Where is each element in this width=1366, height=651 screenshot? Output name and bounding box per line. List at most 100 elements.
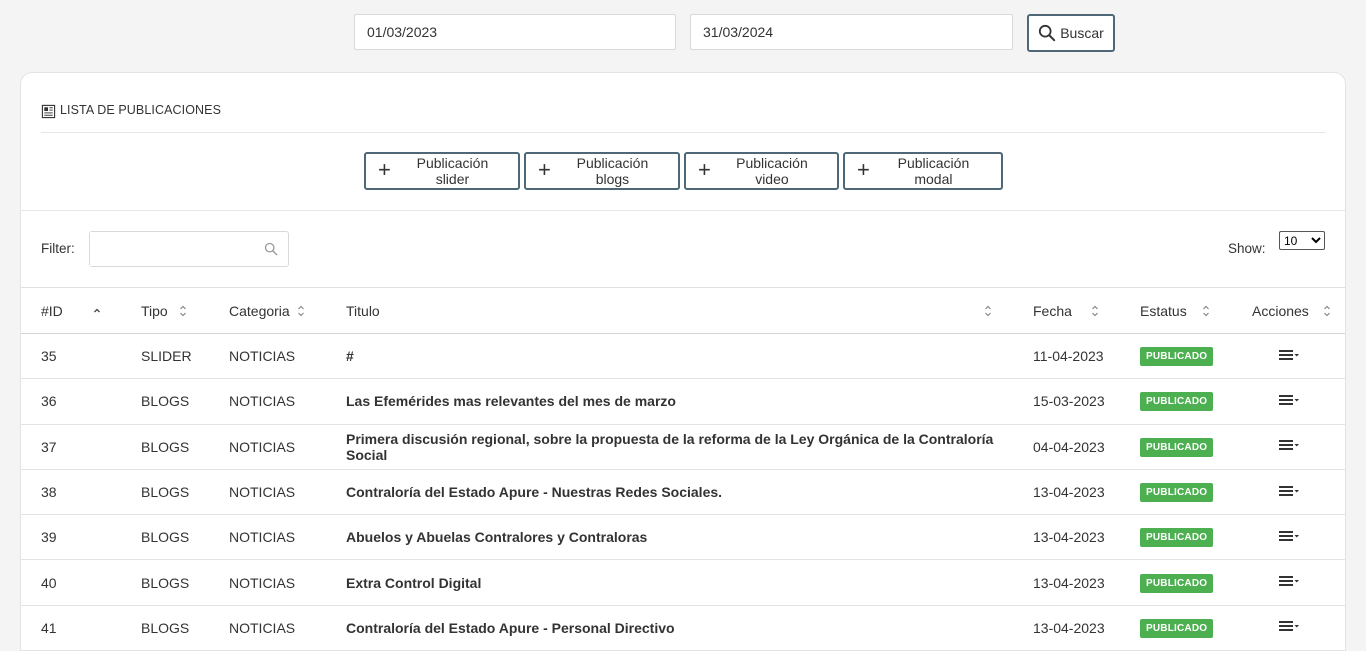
filter-label: Filter: [41,241,75,256]
col-categoria[interactable]: Categoria [229,288,346,334]
col-acciones[interactable]: Acciones [1252,288,1345,334]
add-blogs-button[interactable]: + Publicación blogs [524,152,680,190]
sort-icon [1092,305,1098,317]
col-tipo-label: Tipo [141,302,168,319]
cell-categoria: NOTICIAS [229,574,296,591]
cell-id: 41 [41,619,57,636]
add-modal-label: Publicación modal [897,155,970,187]
page-size-select[interactable]: 10 [1279,231,1325,250]
actions-menu-button[interactable] [1277,348,1301,362]
add-slider-button[interactable]: + Publicación slider [364,152,520,190]
status-badge: PUBLICADO [1140,392,1214,412]
cell-estatus: PUBLICADO [1140,379,1252,424]
cell-id: 36 [41,393,57,410]
cell-fecha: 13-04-2023 [1033,619,1105,636]
plus-icon: + [378,157,391,182]
table-row: 39 BLOGS NOTICIAS Abuelos y Abuelas Cont… [21,515,1345,560]
search-button-label: Buscar [1060,25,1104,41]
add-slider-label: Publicación slider [416,155,489,187]
cell-tipo: BLOGS [141,529,190,546]
search-button[interactable]: Buscar [1027,14,1115,52]
date-from-input[interactable] [354,14,676,50]
sort-icon [1203,305,1209,317]
status-badge: PUBLICADO [1140,483,1214,503]
filter-input[interactable] [90,232,260,266]
cell-fecha: 13-04-2023 [1033,484,1105,501]
cell-acciones [1252,605,1345,650]
cell-fecha: 13-04-2023 [1033,529,1105,546]
publications-table: #ID Tipo Categoria Titulo Fecha Estatus … [21,287,1345,651]
cell-acciones [1252,334,1345,379]
cell-titulo: Extra Control Digital [346,574,482,591]
cell-id: 39 [41,529,57,546]
col-titulo[interactable]: Titulo [346,288,1033,334]
sort-icon [180,305,186,317]
sort-icon [985,305,991,317]
cell-titulo: Primera discusión regional, sobre la pro… [346,430,994,463]
table-header-row: #ID Tipo Categoria Titulo Fecha Estatus … [21,287,1345,334]
add-blogs-label: Publicación blogs [576,155,649,187]
col-id[interactable]: #ID [21,288,141,334]
cell-estatus: PUBLICADO [1140,469,1252,514]
table-row: 38 BLOGS NOTICIAS Contraloría del Estado… [21,469,1345,515]
publication-buttons: + Publicación slider + Publicación blogs… [364,152,1003,190]
cell-estatus: PUBLICADO [1140,560,1252,605]
cell-tipo: SLIDER [141,348,192,365]
add-video-button[interactable]: + Publicación video [684,152,839,190]
cell-acciones [1252,469,1345,514]
cell-acciones [1252,515,1345,560]
cell-categoria: NOTICIAS [229,393,296,410]
cell-fecha: 11-04-2023 [1033,348,1104,365]
cell-estatus: PUBLICADO [1140,424,1252,469]
cell-tipo: BLOGS [141,574,190,591]
col-fecha[interactable]: Fecha [1033,288,1140,334]
search-icon [1039,24,1056,42]
actions-menu-button[interactable] [1277,619,1301,633]
status-badge: PUBLICADO [1140,528,1214,548]
actions-menu-button[interactable] [1277,529,1301,543]
cell-categoria: NOTICIAS [229,529,296,546]
cell-acciones [1252,424,1345,469]
plus-icon: + [698,157,711,182]
table-row: 37 BLOGS NOTICIAS Primera discusión regi… [21,424,1345,470]
cell-titulo: Las Efemérides mas relevantes del mes de… [346,393,676,410]
card-title: LISTA DE PUBLICACIONES [60,103,222,117]
add-modal-button[interactable]: + Publicación modal [843,152,1003,190]
cell-fecha: 13-04-2023 [1033,574,1105,591]
cell-tipo: BLOGS [141,393,190,410]
table-row: 41 BLOGS NOTICIAS Contraloría del Estado… [21,605,1345,651]
status-badge: PUBLICADO [1140,618,1214,638]
menu-dropdown-icon [1279,440,1299,451]
menu-dropdown-icon [1279,349,1299,360]
newspaper-icon [41,104,56,119]
col-categoria-label: Categoria [229,302,290,319]
col-tipo[interactable]: Tipo [141,288,229,334]
cell-categoria: NOTICIAS [229,348,296,365]
add-video-label: Publicación video [736,155,808,187]
actions-menu-button[interactable] [1277,574,1301,588]
cell-estatus: PUBLICADO [1140,515,1252,560]
cell-titulo: Contraloría del Estado Apure - Personal … [346,619,675,636]
cell-id: 38 [41,484,57,501]
cell-id: 37 [41,438,57,455]
actions-menu-button[interactable] [1277,484,1301,498]
plus-icon: + [538,157,551,182]
sort-icon [1324,305,1330,317]
col-estatus[interactable]: Estatus [1140,288,1252,334]
cell-estatus: PUBLICADO [1140,605,1252,650]
search-icon [264,242,278,256]
cell-categoria: NOTICIAS [229,619,296,636]
cell-fecha: 15-03-2023 [1033,393,1105,410]
col-fecha-label: Fecha [1033,302,1072,319]
date-search-bar: Buscar [0,14,1366,52]
cell-id: 40 [41,574,57,591]
section-divider [21,210,1345,211]
actions-menu-button[interactable] [1277,393,1301,407]
publications-card: LISTA DE PUBLICACIONES + Publicación sli… [20,72,1346,651]
actions-menu-button[interactable] [1277,438,1301,452]
cell-id: 35 [41,348,57,365]
col-id-label: #ID [41,302,63,319]
table-row: 40 BLOGS NOTICIAS Extra Control Digital … [21,560,1345,606]
date-to-input[interactable] [690,14,1013,50]
show-label: Show: [1228,241,1266,256]
